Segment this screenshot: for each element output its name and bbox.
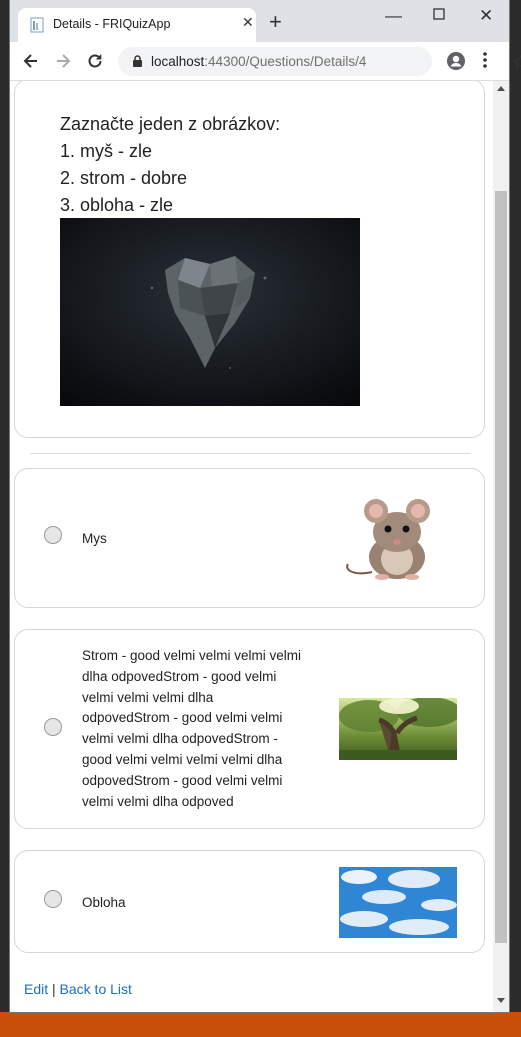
desktop-background-left: [0, 0, 10, 1037]
answer-image-sky: [339, 867, 457, 938]
address-bar[interactable]: localhost:44300/Questions/Details/4: [118, 47, 521, 76]
minimize-icon[interactable]: —: [385, 6, 402, 26]
url-path: :44300/Questions/Details/4: [204, 54, 367, 69]
tab-title: Details - FRIQuizApp: [53, 17, 171, 31]
link-separator: |: [52, 981, 56, 997]
question-line-1: 1. myš - zle: [60, 141, 153, 161]
answer-text: Obloha: [82, 895, 126, 910]
scroll-down-icon[interactable]: [497, 998, 505, 1003]
forward-icon[interactable]: [54, 52, 72, 70]
section-divider: [30, 453, 471, 454]
answer-card[interactable]: Mys: [14, 468, 485, 608]
maximize-icon[interactable]: [433, 8, 445, 20]
taskbar: [0, 1012, 521, 1037]
question-prompt: Zaznačte jeden z obrázkov:: [60, 114, 281, 134]
footer-links: Edit | Back to List: [24, 981, 132, 997]
back-icon[interactable]: [22, 52, 40, 70]
scroll-up-icon[interactable]: [497, 86, 505, 91]
answer-text: Strom - good velmi velmi velmi velmi dlh…: [82, 648, 302, 809]
new-tab-icon[interactable]: +: [269, 11, 282, 33]
answer-text: Mys: [82, 531, 107, 546]
edit-link[interactable]: Edit: [24, 981, 48, 997]
page-favicon-icon: [30, 17, 44, 33]
bookmark-star-icon[interactable]: [513, 55, 521, 70]
menu-kebab-icon[interactable]: [482, 51, 488, 69]
navigation-bar: localhost:44300/Questions/Details/4: [10, 42, 521, 81]
desktop-background-right: [509, 0, 521, 1037]
scroll-thumb[interactable]: [495, 191, 507, 943]
lock-icon: [133, 55, 142, 67]
tab-close-icon[interactable]: ✕: [242, 14, 254, 31]
answer-card[interactable]: Obloha: [14, 850, 485, 953]
question-card: Zaznačte jeden z obrázkov: 1. myš - zle …: [14, 81, 485, 438]
answer-image-tree: [339, 698, 457, 760]
answer-card[interactable]: Strom - good velmi velmi velmi velmi dlh…: [14, 629, 485, 829]
vertical-scrollbar[interactable]: [493, 81, 509, 1012]
answer-radio[interactable]: [44, 890, 62, 908]
question-image: [60, 218, 360, 406]
close-window-icon[interactable]: ✕: [479, 6, 493, 26]
answer-radio[interactable]: [44, 718, 62, 736]
browser-window: Details - FRIQuizApp ✕ + — ✕ localhost:4…: [10, 0, 521, 1012]
reload-icon[interactable]: [86, 52, 104, 70]
page-content: Zaznačte jeden z obrázkov: 1. myš - zle …: [10, 81, 493, 1012]
profile-icon[interactable]: [446, 51, 466, 71]
title-bar: Details - FRIQuizApp ✕ + — ✕: [10, 0, 509, 42]
question-line-2: 2. strom - dobre: [60, 168, 188, 188]
answer-radio[interactable]: [44, 526, 62, 544]
url-host: localhost: [151, 54, 205, 69]
url-text: localhost:44300/Questions/Details/4: [151, 54, 366, 69]
browser-tab[interactable]: Details - FRIQuizApp ✕: [18, 8, 256, 42]
back-to-list-link[interactable]: Back to List: [60, 981, 132, 997]
answer-image-mouse: [346, 499, 430, 580]
question-line-3: 3. obloha - zle: [60, 195, 174, 215]
